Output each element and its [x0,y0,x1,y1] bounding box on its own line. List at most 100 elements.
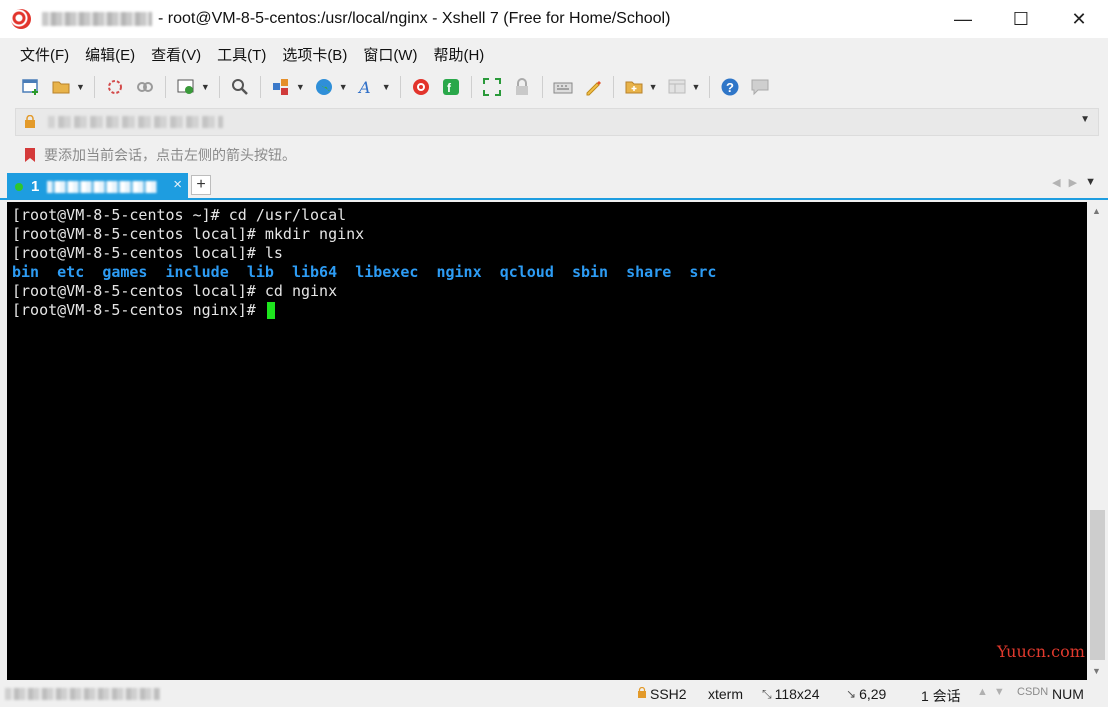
size-label: 118x24 [774,686,820,702]
lock-icon[interactable] [510,75,534,99]
tab-close-icon[interactable]: × [173,176,182,193]
terminal-line: [root@VM-8-5-centos local]# cd nginx [12,282,338,300]
resize-icon: ⤡ [762,686,772,701]
dir-entry: bin [12,263,40,281]
address-dropdown-icon[interactable]: ▼ [1080,114,1090,125]
properties-dropdown-icon[interactable]: ▼ [201,82,210,92]
font-icon[interactable]: A [355,75,379,99]
dir-entry: src [689,263,717,281]
cursor-position-icon: ↘ [846,687,857,701]
xshell-icon[interactable] [409,75,433,99]
terminal-cursor [266,302,275,319]
close-button[interactable]: ✕ [1050,0,1108,38]
tab-session-1[interactable]: 1 × [7,173,188,200]
dir-entry: lib [246,263,274,281]
hint-text: 要添加当前会话，点击左侧的箭头按钮。 [44,147,296,163]
new-tab-button[interactable]: + [191,175,211,195]
window-controls: — ☐ ✕ [934,0,1108,38]
status-csdn: CSDN [1017,686,1048,698]
session-up-icon[interactable]: ▲ [977,686,988,698]
blurred-address [48,116,223,128]
layout-icon[interactable] [269,75,293,99]
status-bar: SSH2 xterm ⤡ 118x24 ↘ 6,29 1 会话 ▲ ▼ CSDN… [0,681,1108,707]
xftp-icon[interactable]: f [439,75,463,99]
svg-text:?: ? [726,80,734,95]
terminal-line: [root@VM-8-5-centos local]# mkdir nginx [12,225,365,243]
new-session-icon[interactable] [19,75,43,99]
fullscreen-icon[interactable] [480,75,504,99]
status-protocol: SSH2 [637,686,687,702]
status-num-lock: NUM [1052,686,1084,702]
minimize-button[interactable]: — [934,0,992,38]
toolbar-separator [399,76,401,98]
toolbar-separator [612,76,614,98]
directory-listing: bin etc games include lib lib64 libexec … [12,263,1087,282]
session-down-icon[interactable]: ▼ [994,686,1005,698]
open-dropdown-icon[interactable]: ▼ [76,82,85,92]
highlight-icon[interactable] [581,75,605,99]
menu-help[interactable]: 帮助(H) [425,44,492,65]
terminal-type-label: xterm [708,686,743,702]
reconnect-icon[interactable] [103,75,127,99]
address-bar[interactable]: ▼ [15,108,1099,136]
num-lock-label: NUM [1052,686,1084,702]
pane-icon[interactable] [665,75,689,99]
chat-icon[interactable] [748,75,772,99]
tab-prev-icon[interactable]: ◀ [1052,176,1060,189]
blurred-tab-title [47,180,158,193]
toolbar-separator [709,76,711,98]
find-icon[interactable] [228,75,252,99]
menu-window[interactable]: 窗口(W) [355,44,425,65]
tab-next-icon[interactable]: ▶ [1069,176,1077,189]
compose-icon[interactable] [622,75,646,99]
sessions-label: 1 会话 [921,688,961,704]
status-cursor-position: ↘ 6,29 [846,686,886,702]
bookmark-arrow-icon[interactable] [23,147,39,163]
dir-entry: lib64 [291,263,338,281]
open-folder-icon[interactable] [49,75,73,99]
font-dropdown-icon[interactable]: ▼ [382,82,391,92]
menu-view[interactable]: 查看(V) [143,44,209,65]
scrollbar-thumb[interactable] [1090,510,1105,660]
xshell-app-icon[interactable] [10,8,32,30]
properties-icon[interactable] [174,75,198,99]
dir-entry: sbin [571,263,609,281]
dir-entry: nginx [436,263,482,281]
globe-icon[interactable] [312,75,336,99]
layout-dropdown-icon[interactable]: ▼ [296,82,305,92]
toolbar-separator [541,76,543,98]
status-sessions: 1 会话 [921,686,961,706]
menu-bar: 文件(F) 编辑(E) 查看(V) 工具(T) 选项卡(B) 窗口(W) 帮助(… [0,39,1108,69]
dir-entry: games [102,263,148,281]
keyboard-icon[interactable] [551,75,575,99]
toolbar-separator [164,76,166,98]
menu-file[interactable]: 文件(F) [12,44,77,65]
pane-dropdown-icon[interactable]: ▼ [692,82,701,92]
vertical-scrollbar[interactable]: ▲ ▼ [1088,202,1107,680]
protocol-label: SSH2 [650,686,687,702]
toolbar-separator [218,76,220,98]
scroll-down-icon[interactable]: ▼ [1092,666,1101,676]
menu-tools[interactable]: 工具(T) [209,44,274,65]
compose-dropdown-icon[interactable]: ▼ [649,82,658,92]
maximize-button[interactable]: ☐ [992,0,1050,38]
cursor-position-label: 6,29 [859,686,887,702]
tab-list-dropdown-icon[interactable]: ▼ [1085,176,1096,189]
status-size: ⤡ 118x24 [762,686,820,702]
disconnect-icon[interactable] [133,75,157,99]
terminal-line: [root@VM-8-5-centos local]# ls [12,244,283,262]
toolbar: ▼ ▼ ▼ ▼ A ▼ f ▼ ▼ ? [0,70,1108,104]
help-icon[interactable]: ? [718,75,742,99]
menu-edit[interactable]: 编辑(E) [77,44,143,65]
menu-tab[interactable]: 选项卡(B) [274,44,355,65]
scroll-up-icon[interactable]: ▲ [1092,206,1101,216]
globe-dropdown-icon[interactable]: ▼ [339,82,348,92]
terminal-line: [root@VM-8-5-centos ~]# cd /usr/local [12,206,347,224]
tab-number: 1 [31,178,40,195]
toolbar-separator [259,76,261,98]
dir-entry: qcloud [499,263,554,281]
dir-entry: include [165,263,229,281]
terminal-output[interactable]: [root@VM-8-5-centos ~]# cd /usr/local [r… [7,202,1087,680]
watermark-text: Yuucn.com [997,642,1085,661]
svg-text:A: A [357,78,371,97]
